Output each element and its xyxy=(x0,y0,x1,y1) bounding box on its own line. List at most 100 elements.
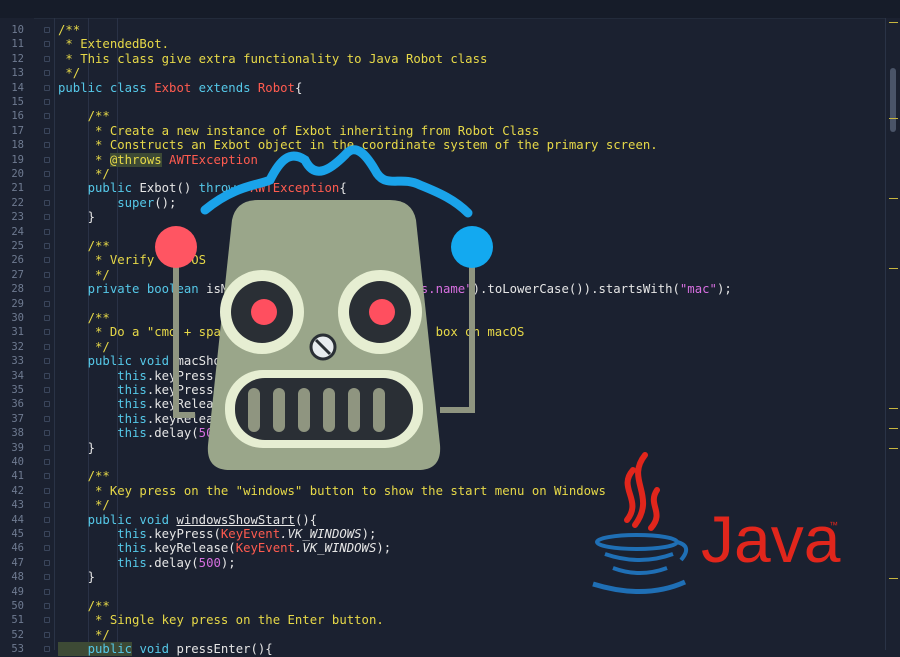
overview-marker xyxy=(889,578,898,579)
code-line[interactable]: 53 public void pressEnter(){ xyxy=(0,642,885,657)
fold-marker-icon[interactable] xyxy=(44,271,50,278)
fold-marker-icon[interactable] xyxy=(44,559,50,566)
fold-marker-icon[interactable] xyxy=(44,113,50,120)
fold-marker-icon[interactable] xyxy=(44,199,50,206)
fold-marker-icon[interactable] xyxy=(44,329,50,336)
fold-marker-icon[interactable] xyxy=(44,358,50,365)
fold-marker-icon[interactable] xyxy=(44,444,50,451)
fold-marker-icon[interactable] xyxy=(44,142,50,149)
fold-marker-icon[interactable] xyxy=(44,588,50,595)
fold-marker-icon[interactable] xyxy=(44,603,50,609)
code-line[interactable]: 11 * ExtendedBot. xyxy=(0,37,885,51)
code-text: /** xyxy=(58,239,110,253)
fold-marker-icon[interactable] xyxy=(44,387,50,393)
code-line[interactable]: 10 /** xyxy=(0,23,885,37)
code-token: */ xyxy=(58,498,110,513)
overview-marker xyxy=(889,22,898,23)
fold-marker-icon[interactable] xyxy=(44,372,50,379)
code-token: ); xyxy=(716,282,732,297)
fold-marker-icon[interactable] xyxy=(44,516,50,523)
code-line[interactable]: 52 */ xyxy=(0,628,885,642)
overview-marker xyxy=(889,118,898,119)
code-token: ); xyxy=(376,541,392,556)
fold-marker-icon[interactable] xyxy=(44,502,50,509)
code-token: */ xyxy=(58,267,110,282)
code-text: /** xyxy=(58,599,110,613)
line-number: 45 xyxy=(11,528,24,540)
fold-marker-icon[interactable] xyxy=(44,487,50,494)
fold-marker-icon[interactable] xyxy=(44,343,50,350)
code-line[interactable]: 13 */ xyxy=(0,66,885,80)
fold-marker-icon[interactable] xyxy=(44,27,50,33)
scrollbar-thumb[interactable] xyxy=(890,68,896,132)
fold-marker-icon[interactable] xyxy=(44,574,50,581)
code-text: public void windowsShowStart(){ xyxy=(58,513,318,527)
fold-marker-icon[interactable] xyxy=(44,415,50,422)
line-number: 43 xyxy=(11,499,24,512)
code-token: pressEnter(){ xyxy=(176,642,273,657)
fold-marker-icon[interactable] xyxy=(44,315,50,321)
editor-top-bar xyxy=(0,0,900,19)
fold-marker-icon[interactable] xyxy=(44,243,50,249)
line-number: 25 xyxy=(11,240,24,252)
code-token: /** xyxy=(58,239,110,253)
fold-marker-icon[interactable] xyxy=(44,617,50,624)
fold-marker-icon[interactable] xyxy=(44,545,50,552)
fold-marker-icon[interactable] xyxy=(44,401,50,408)
code-text: * This class give extra functionality to… xyxy=(58,52,487,66)
code-line[interactable]: 14 public class Exbot extends Robot{ xyxy=(0,81,885,95)
code-token: ); xyxy=(220,555,236,570)
fold-marker-icon[interactable] xyxy=(44,430,50,437)
code-token: /** xyxy=(58,23,81,37)
code-token: } xyxy=(58,440,96,455)
robot-left-eye xyxy=(251,299,277,325)
fold-marker-icon[interactable] xyxy=(44,99,50,105)
code-line[interactable]: 12 * This class give extra functionality… xyxy=(0,52,885,66)
fold-marker-icon[interactable] xyxy=(44,185,50,192)
fold-marker-icon[interactable] xyxy=(44,84,50,91)
robot-left-ear xyxy=(155,226,197,268)
fold-marker-icon[interactable] xyxy=(44,156,50,163)
line-number: 38 xyxy=(11,427,24,440)
code-text: */ xyxy=(58,340,110,354)
fold-marker-icon[interactable] xyxy=(44,459,50,465)
fold-marker-icon[interactable] xyxy=(44,171,50,177)
code-line[interactable]: 51 * Single key press on the Enter butto… xyxy=(0,613,885,627)
code-text: * ExtendedBot. xyxy=(58,37,169,51)
code-line[interactable]: 15 xyxy=(0,95,885,109)
fold-marker-icon[interactable] xyxy=(44,646,50,653)
fold-marker-icon[interactable] xyxy=(44,214,50,221)
fold-marker-icon[interactable] xyxy=(44,127,50,134)
line-number: 36 xyxy=(11,398,24,411)
line-number: 21 xyxy=(11,182,24,195)
code-token: KeyEvent xyxy=(235,541,295,556)
fold-marker-icon[interactable] xyxy=(44,286,50,293)
fold-marker-icon[interactable] xyxy=(44,55,50,62)
fold-marker-icon[interactable] xyxy=(44,300,50,307)
fold-marker-icon[interactable] xyxy=(44,41,50,48)
fold-marker-icon[interactable] xyxy=(44,631,50,638)
robot-icon xyxy=(155,145,493,470)
code-line[interactable]: 16 /** xyxy=(0,109,885,123)
code-text: public class Exbot extends Robot{ xyxy=(58,81,302,95)
fold-marker-icon[interactable] xyxy=(44,70,50,77)
robot-right-ear xyxy=(451,226,493,268)
line-number: 48 xyxy=(11,571,24,584)
fold-marker-icon[interactable] xyxy=(44,473,50,480)
code-token: KeyEvent xyxy=(220,527,281,541)
editor-scrollbar[interactable] xyxy=(885,18,900,650)
fold-marker-icon[interactable] xyxy=(44,257,50,264)
code-text: this.keyRelease(KeyEvent.VK_WINDOWS); xyxy=(58,541,391,555)
java-logo: Java ™ xyxy=(592,452,841,594)
code-token: .delay( xyxy=(146,555,199,570)
code-token: this xyxy=(58,383,147,397)
code-token: */ xyxy=(58,627,110,642)
code-token: this xyxy=(58,555,147,570)
code-text: } xyxy=(58,570,95,584)
fold-marker-icon[interactable] xyxy=(44,531,50,537)
coffee-cup-icon xyxy=(592,452,689,594)
code-token: /** xyxy=(58,311,110,325)
code-token: this xyxy=(58,527,147,541)
fold-marker-icon[interactable] xyxy=(44,228,50,235)
java-trademark: ™ xyxy=(829,520,838,530)
